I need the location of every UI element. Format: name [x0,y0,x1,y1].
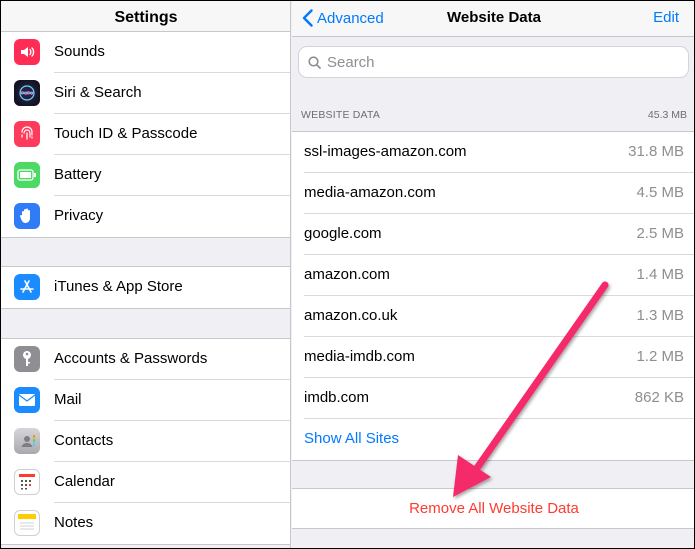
settings-item-label: Contacts [54,432,114,449]
fingerprint-icon [14,121,40,147]
siri-icon [14,80,40,106]
show-all-sites-link[interactable]: Show All Sites [304,419,399,459]
settings-item-sounds[interactable]: Sounds [1,32,290,73]
settings-item-label: Battery [54,166,102,183]
settings-group-1: Sounds Siri & Search Touch ID & Passcode [1,31,290,238]
sounds-icon [14,39,40,65]
settings-item-label: Calendar [54,473,115,490]
website-name: google.com [304,225,382,242]
website-row[interactable]: amazon.co.uk 1.3 MB [292,296,694,337]
settings-group-2: iTunes & App Store [1,266,290,309]
calendar-icon [14,469,40,495]
website-name: media-amazon.com [304,184,436,201]
settings-item-label: Sounds [54,43,105,60]
nav-bar: Advanced Website Data Edit [292,1,694,37]
settings-item-accounts[interactable]: Accounts & Passwords [1,339,290,380]
settings-item-label: Privacy [54,207,104,224]
website-list: ssl-images-amazon.com 31.8 MB media-amaz… [292,131,694,461]
website-row[interactable]: ssl-images-amazon.com 31.8 MB [292,132,694,173]
settings-item-privacy[interactable]: Privacy [1,196,290,237]
settings-pane: Settings Sounds Siri & Search Touch ID &… [1,1,291,548]
edit-button[interactable]: Edit [653,1,679,34]
website-row[interactable]: google.com 2.5 MB [292,214,694,255]
website-row[interactable]: media-amazon.com 4.5 MB [292,173,694,214]
website-size: 1.3 MB [636,307,684,324]
website-name: ssl-images-amazon.com [304,143,467,160]
app-store-icon [14,274,40,300]
back-button-label: Advanced [317,9,384,27]
settings-item-notes[interactable]: Notes [1,503,290,544]
settings-group-3: Accounts & Passwords Mail Contacts Calen… [1,338,290,545]
hand-icon [14,203,40,229]
website-size: 31.8 MB [628,143,684,160]
key-icon [14,346,40,372]
website-name: amazon.com [304,266,390,283]
section-header: WEBSITE DATA 45.3 MB [292,105,694,129]
contacts-icon [14,428,40,454]
remove-all-website-data-button[interactable]: Remove All Website Data [292,488,694,529]
settings-item-label: Notes [54,514,94,531]
settings-item-itunes[interactable]: iTunes & App Store [1,267,290,308]
settings-item-label: Touch ID & Passcode [54,125,198,142]
settings-item-touch-id[interactable]: Touch ID & Passcode [1,114,290,155]
chevron-left-icon [302,9,313,27]
settings-item-calendar[interactable]: Calendar [1,462,290,503]
search-input[interactable] [327,53,657,71]
show-all-sites-row: Show All Sites [292,419,694,460]
notes-icon [14,510,40,536]
website-size: 1.2 MB [636,348,684,365]
website-size: 862 KB [634,389,684,406]
website-size: 2.5 MB [636,225,684,242]
website-name: amazon.co.uk [304,307,398,324]
search-icon [308,55,321,69]
website-row[interactable]: media-imdb.com 1.2 MB [292,337,694,378]
website-row[interactable]: imdb.com 862 KB [292,378,694,419]
website-name: imdb.com [304,389,370,406]
website-row[interactable]: amazon.com 1.4 MB [292,255,694,296]
total-size: 45.3 MB [647,109,687,121]
settings-item-contacts[interactable]: Contacts [1,421,290,462]
screen: Settings Sounds Siri & Search Touch ID &… [0,0,695,549]
back-button[interactable]: Advanced [302,1,384,35]
section-header-label: WEBSITE DATA [301,109,381,121]
settings-item-label: Accounts & Passwords [54,350,208,367]
settings-item-label: iTunes & App Store [54,278,183,295]
settings-item-battery[interactable]: Battery [1,155,290,196]
website-data-pane: Advanced Website Data Edit WEBSITE DATA … [292,1,694,548]
settings-item-label: Siri & Search [54,84,142,101]
website-size: 1.4 MB [636,266,684,283]
website-name: media-imdb.com [304,348,415,365]
website-size: 4.5 MB [636,184,684,201]
settings-item-mail[interactable]: Mail [1,380,290,421]
mail-icon [14,387,40,413]
settings-item-siri[interactable]: Siri & Search [1,73,290,114]
search-bar[interactable] [298,46,689,78]
battery-icon [14,162,40,188]
settings-item-label: Mail [54,391,82,408]
